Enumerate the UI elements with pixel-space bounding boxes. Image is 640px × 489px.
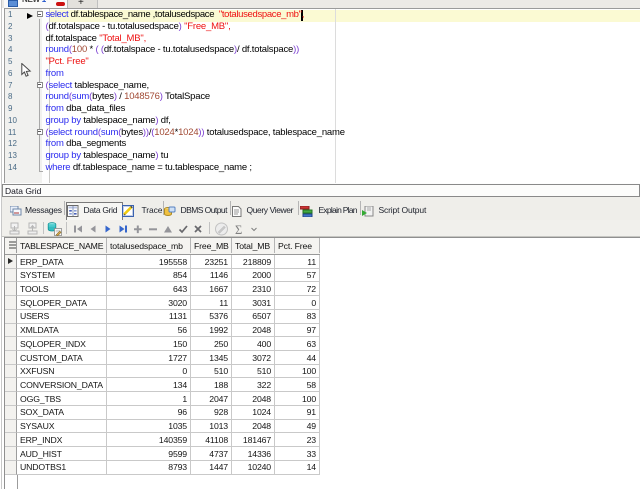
svg-text:Σ: Σ <box>235 223 242 236</box>
